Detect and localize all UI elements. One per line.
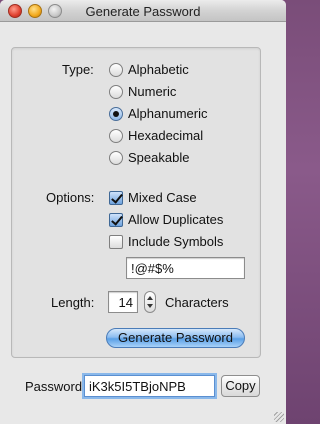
symbols-input[interactable]: !@#$%	[126, 257, 245, 279]
checkbox-include-symbols-label[interactable]: Include Symbols	[128, 234, 223, 249]
password-field[interactable]: iK3k5I5TBjoNPB	[84, 375, 215, 397]
options-label: Options:	[46, 190, 95, 205]
radio-hexadecimal-label[interactable]: Hexadecimal	[128, 128, 203, 143]
password-label: Password	[25, 379, 83, 394]
copy-button[interactable]: Copy	[221, 375, 260, 397]
stepper-up-icon[interactable]	[147, 296, 153, 300]
title-bar[interactable]: Generate Password	[0, 0, 286, 22]
radio-alphanumeric[interactable]	[109, 107, 123, 121]
radio-alphabetic-label[interactable]: Alphabetic	[128, 62, 189, 77]
radio-speakable[interactable]	[109, 151, 123, 165]
radio-alphabetic[interactable]	[109, 63, 123, 77]
stepper-down-icon[interactable]	[147, 304, 153, 308]
radio-alphanumeric-label[interactable]: Alphanumeric	[128, 106, 208, 121]
checkbox-allow-duplicates[interactable]	[109, 213, 123, 227]
checkbox-mixed-case[interactable]	[109, 191, 123, 205]
length-label: Length:	[51, 295, 95, 310]
resize-grip-icon[interactable]	[274, 412, 284, 422]
generate-password-window: Generate Password Type: Alphabetic Numer…	[0, 0, 286, 424]
length-input[interactable]: 14	[108, 291, 138, 313]
characters-label: Characters	[165, 295, 229, 310]
length-stepper[interactable]	[144, 291, 156, 313]
type-label: Type:	[62, 62, 94, 77]
radio-speakable-label[interactable]: Speakable	[128, 150, 189, 165]
window-title: Generate Password	[85, 4, 201, 19]
checkbox-allow-duplicates-label[interactable]: Allow Duplicates	[128, 212, 223, 227]
radio-numeric[interactable]	[109, 85, 123, 99]
checkbox-include-symbols[interactable]	[109, 235, 123, 249]
radio-numeric-label[interactable]: Numeric	[128, 84, 176, 99]
checkbox-mixed-case-label[interactable]: Mixed Case	[128, 190, 197, 205]
generate-password-button[interactable]: Generate Password	[106, 328, 245, 348]
radio-hexadecimal[interactable]	[109, 129, 123, 143]
